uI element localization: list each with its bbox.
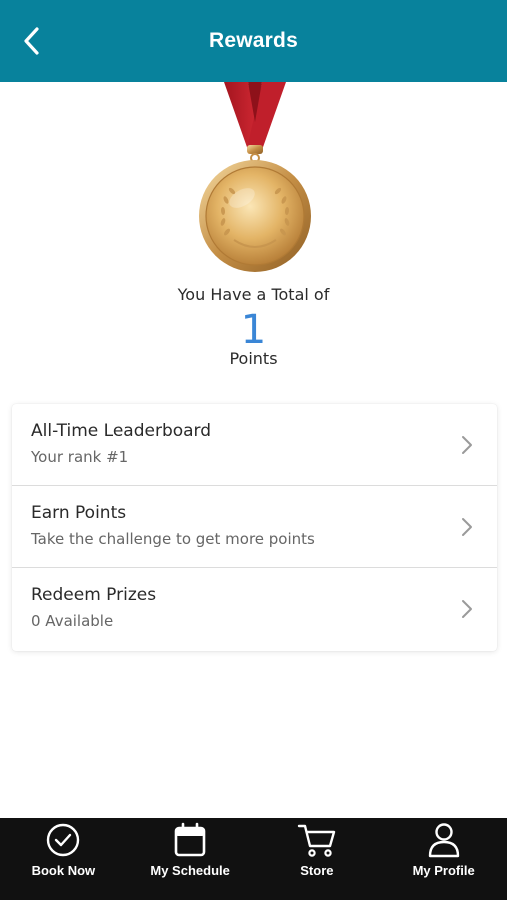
tab-store[interactable]: Store (254, 818, 381, 900)
points-total: 1 (240, 307, 267, 353)
cart-icon (297, 824, 336, 857)
chevron-right-icon (462, 518, 472, 536)
check-circle-icon (47, 823, 80, 857)
tab-label: Book Now (31, 863, 96, 878)
rewards-screen: Rewards You Have a Total of 1 Points All… (0, 0, 507, 900)
points-unit-label: Points (229, 349, 278, 368)
tab-my-schedule[interactable]: My Schedule (127, 818, 254, 900)
page-title: Rewards (209, 29, 298, 52)
leaderboard-row[interactable]: All-Time Leaderboard Your rank #1 (12, 404, 497, 486)
redeem-prizes-row[interactable]: Redeem Prizes 0 Available (12, 568, 497, 651)
tab-book-now[interactable]: Book Now (0, 818, 127, 900)
row-title: Redeem Prizes (31, 585, 157, 605)
tab-label: My Schedule (150, 863, 230, 878)
chevron-right-icon (462, 436, 472, 454)
user-icon (428, 823, 459, 858)
row-title: Earn Points (31, 503, 127, 523)
chevron-left-icon (24, 27, 39, 55)
back-button[interactable] (14, 22, 50, 60)
app-header: Rewards (0, 0, 507, 82)
tab-label: Store (300, 863, 334, 878)
row-subtitle: Your rank #1 (31, 448, 129, 466)
earn-points-row[interactable]: Earn Points Take the challenge to get mo… (12, 486, 497, 568)
calendar-icon (174, 822, 206, 857)
points-intro-text: You Have a Total of (177, 285, 330, 304)
row-subtitle: Take the challenge to get more points (31, 530, 315, 548)
bottom-tab-bar: Book Now My Schedule Store My Profile (0, 818, 507, 900)
rewards-menu: All-Time Leaderboard Your rank #1 Earn P… (12, 404, 497, 651)
tab-label: My Profile (412, 863, 475, 878)
row-title: All-Time Leaderboard (31, 421, 212, 441)
chevron-right-icon (462, 600, 472, 618)
row-subtitle: 0 Available (31, 612, 114, 630)
medal-icon (199, 82, 311, 272)
tab-my-profile[interactable]: My Profile (380, 818, 507, 900)
